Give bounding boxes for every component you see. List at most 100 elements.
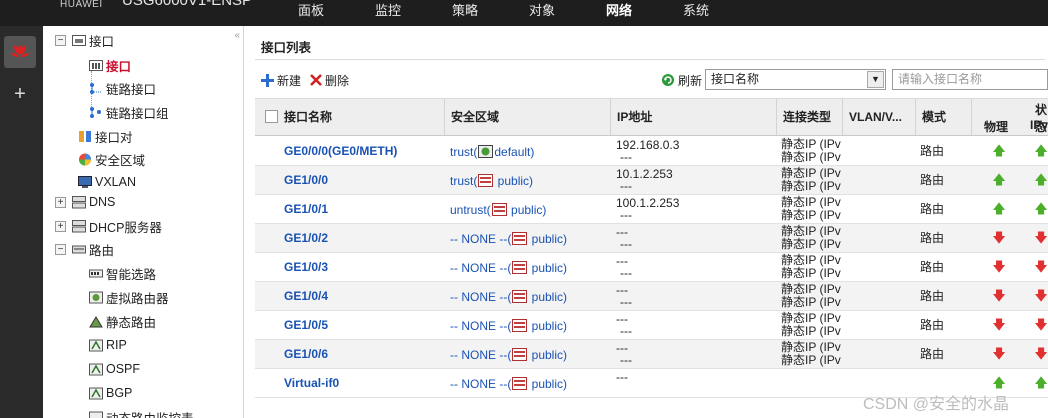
search-input[interactable]: 请输入接口名称 (892, 69, 1048, 90)
smart-routing-icon (89, 269, 103, 277)
table-row[interactable]: GE1/0/5 -- NONE --( public) --- --- 静态IP (IP… (255, 311, 1048, 340)
physical-status-up-icon: 🡅 (992, 172, 1006, 187)
tree-node-interface[interactable]: 接口 (89, 55, 131, 75)
tree-node-dns[interactable]: + DNS (55, 192, 115, 212)
interface-name-link[interactable]: GE1/0/3 (284, 253, 444, 281)
col-header-physical: 物理 (984, 120, 1009, 134)
ip-address-cell: 10.1.2.253 --- (616, 167, 673, 193)
chevron-down-icon[interactable]: ▼ (867, 71, 884, 88)
tree-node-static-route[interactable]: 静态路由 (89, 311, 156, 331)
interface-name-link[interactable]: GE1/0/5 (284, 311, 444, 339)
tree-node-vxlan[interactable]: VXLAN (78, 172, 136, 192)
col-header-name[interactable]: 接口名称 (255, 99, 445, 135)
tree-node-interface-group[interactable]: − 接口 (55, 30, 114, 50)
expand-icon[interactable]: + (55, 196, 66, 208)
tree-node-security-zone[interactable]: 安全区域 (78, 149, 145, 169)
filter-select[interactable]: 接口名称 ▼ (705, 69, 886, 90)
collapse-icon[interactable]: − (55, 243, 66, 255)
huawei-logo-button[interactable] (4, 36, 36, 68)
ipv-status-up-icon: 🡅 (1034, 172, 1048, 187)
table-row[interactable]: GE1/0/4 -- NONE --( public) --- --- 静态IP (IP… (255, 282, 1048, 311)
new-button[interactable]: 新建 (261, 70, 301, 90)
refresh-button[interactable]: 刷新 (661, 70, 702, 90)
expand-icon[interactable]: + (55, 220, 66, 232)
security-zone-link[interactable]: untrust( public) (450, 195, 615, 223)
tree-node-link-interface[interactable]: 链路接口 (89, 78, 156, 98)
vsys-public-icon (512, 319, 528, 332)
interface-name-link[interactable]: Virtual-if0 (284, 369, 444, 397)
col-header-conn[interactable]: 连接类型 (777, 99, 843, 135)
static-route-icon (89, 315, 103, 327)
table-row[interactable]: GE1/0/3 -- NONE --( public) --- --- 静态IP (IP… (255, 253, 1048, 282)
interface-name-link[interactable]: GE0/0/0(GE0/METH) (284, 137, 444, 165)
main-panel: 接口列表 新建 删除 刷新 接口名称 ▼ 请输入接口名称 接口名称 安全区域 I… (245, 26, 1048, 418)
delete-button[interactable]: 删除 (310, 70, 349, 90)
nav-item-network[interactable]: 网络 (606, 0, 683, 22)
physical-status-cell: 🡇 (989, 282, 1009, 310)
col-header-vlan[interactable]: VLAN/V... (843, 99, 916, 135)
vsys-public-icon (491, 203, 507, 216)
nav-item-system[interactable]: 系统 (683, 0, 760, 22)
security-zone-link[interactable]: -- NONE --( public) (450, 311, 615, 339)
nav-item-dashboard[interactable]: 面板 (298, 0, 375, 22)
security-zone-link[interactable]: -- NONE --( public) (450, 224, 615, 252)
interface-name-link[interactable]: GE1/0/0 (284, 166, 444, 194)
tree-node-ospf[interactable]: OSPF (89, 359, 140, 379)
collapse-icon[interactable]: − (55, 34, 66, 46)
tree-node-interface-pair[interactable]: 接口对 (78, 126, 133, 146)
security-zone-link[interactable]: -- NONE --( public) (450, 253, 615, 281)
collapse-panel-icon[interactable]: « (234, 30, 240, 41)
tree-node-bgp[interactable]: BGP (89, 383, 132, 403)
ipv-status-down-icon: 🡇 (1034, 346, 1048, 361)
connection-type-cell: 静态IP (IPv 静态IP (IPv (781, 224, 841, 251)
select-all-checkbox[interactable] (265, 110, 278, 123)
virtual-router-icon (89, 291, 103, 303)
add-icon[interactable]: + (10, 84, 30, 104)
security-zone-link[interactable]: -- NONE --( public) (450, 340, 615, 368)
table-row[interactable]: GE1/0/2 -- NONE --( public) --- --- 静态IP (IP… (255, 224, 1048, 253)
table-row[interactable]: GE1/0/6 -- NONE --( public) --- --- 静态IP (IP… (255, 340, 1048, 369)
col-header-ip[interactable]: IP地址 (611, 99, 777, 135)
tree-node-link-interface-group[interactable]: 链路接口组 (89, 102, 169, 122)
tree-node-virtual-router[interactable]: 虚拟路由器 (89, 287, 169, 307)
table-row[interactable]: GE1/0/0 trust( public) 10.1.2.253 --- 静态IP (… (255, 166, 1048, 195)
security-zone-link[interactable]: trust(default) (450, 137, 615, 165)
tree-node-dynamic-route-monitor[interactable]: 动态路由监控表 (89, 407, 194, 418)
physical-status-cell: 🡇 (989, 253, 1009, 281)
physical-status-down-icon: 🡇 (992, 346, 1006, 361)
ip-address-cell: --- (616, 370, 628, 384)
dns-icon (72, 195, 86, 208)
col-header-zone[interactable]: 安全区域 (445, 99, 611, 135)
nav-item-policy[interactable]: 策略 (452, 0, 529, 22)
vsys-public-icon (512, 348, 528, 361)
col-header-mode[interactable]: 模式 (916, 99, 972, 135)
connection-type-cell: 静态IP (IPv 静态IP (IPv (781, 311, 841, 338)
interface-name-link[interactable]: GE1/0/1 (284, 195, 444, 223)
ip-address-cell: --- --- (616, 341, 632, 367)
product-name: USG6000V1-ENSP (122, 0, 253, 9)
ipv-status-cell: 🡇 (1031, 340, 1048, 368)
route-monitor-icon (89, 411, 103, 418)
security-zone-link[interactable]: -- NONE --( public) (450, 282, 615, 310)
nav-item-monitor[interactable]: 监控 (375, 0, 452, 22)
mode-cell: 路由 (920, 289, 945, 303)
routing-icon (72, 245, 86, 253)
table-row[interactable]: GE0/0/0(GE0/METH) trust(default) 192.168.0… (255, 137, 1048, 166)
vsys-default-icon (478, 145, 494, 158)
interface-name-link[interactable]: GE1/0/6 (284, 340, 444, 368)
interface-name-link[interactable]: GE1/0/4 (284, 282, 444, 310)
table-row[interactable]: GE1/0/1 untrust( public) 100.1.2.253 --- 静态I… (255, 195, 1048, 224)
ipv-status-down-icon: 🡇 (1034, 317, 1048, 332)
tree-node-routing[interactable]: − 路由 (55, 239, 114, 259)
physical-status-cell: 🡇 (989, 311, 1009, 339)
tree-node-dhcp-server[interactable]: + DHCP服务器 (55, 216, 162, 236)
tree-node-rip[interactable]: RIP (89, 335, 127, 355)
ospf-icon (89, 363, 103, 375)
security-zone-link[interactable]: trust( public) (450, 166, 615, 194)
main-nav: 面板 监控 策略 对象 网络 系统 (298, 0, 760, 22)
tree-node-smart-routing[interactable]: 智能选路 (89, 263, 156, 283)
nav-item-object[interactable]: 对象 (529, 0, 606, 22)
security-zone-link[interactable]: -- NONE --( public) (450, 369, 615, 397)
connection-type-cell: 静态IP (IPv 静态IP (IPv (781, 282, 841, 309)
interface-name-link[interactable]: GE1/0/2 (284, 224, 444, 252)
